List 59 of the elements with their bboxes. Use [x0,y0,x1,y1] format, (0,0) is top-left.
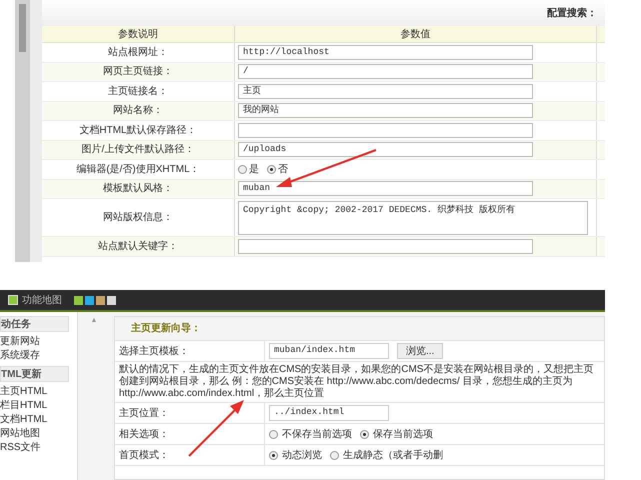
sidebar-item[interactable]: 栏目HTML [0,399,77,413]
text-area[interactable]: Copyright &copy; 2002-2017 DEDECMS. 织梦科技 版权所有 [238,200,588,234]
sidebar-item[interactable]: 更新网站 [0,335,77,349]
config-search-label: 配置搜索： [547,6,597,20]
sidebar-heading: TML更新 [0,366,69,382]
input-field[interactable]: http://localhost [238,44,533,60]
input-field[interactable]: 主页 [238,84,533,99]
input-field[interactable]: ../index.html [269,405,389,421]
radio-button[interactable] [238,164,247,174]
field-label: 首页模式： [115,445,265,465]
sidebar-item[interactable]: 主页HTML [0,385,77,399]
field-label: 模板默认风格： [42,180,235,198]
radio-label: 不保存当前选项 [282,428,352,442]
theme-swatch[interactable] [85,296,94,304]
radio-label: 生成静态（或者手动删 [343,448,443,462]
field-label: 文档HTML默认保存路径： [42,121,235,140]
field-label: 主页链接名： [42,82,235,100]
field-label: 站点默认关键字： [42,237,235,256]
input-field[interactable] [238,122,533,138]
form-title: 主页更新向导： [131,321,201,336]
radio-button[interactable] [330,450,339,460]
radio-label: 否 [278,162,288,177]
field-label: 站点根网址： [42,43,235,62]
annotation-arrow [186,398,246,458]
sidebar-item[interactable]: 网站地图 [0,427,77,441]
field-label: 编辑器(是/否)使用XHTML： [42,160,235,178]
radio-button[interactable] [360,430,369,438]
column-header: 参数值 [235,26,597,42]
field-label: 选择主页模板： [115,341,265,361]
radio-button[interactable] [269,450,278,460]
input-field[interactable]: /uploads [238,142,533,158]
input-field[interactable]: / [238,64,533,80]
column-header: 参数说明 [42,26,235,42]
radio-label: 是 [249,162,259,177]
sidebar-heading: 动任务 [0,316,69,332]
theme-swatch[interactable] [96,296,105,304]
field-label: 图片/上传文件默认路径： [42,140,235,159]
field-label: 网站版权信息： [42,199,235,236]
input-field[interactable] [238,238,533,254]
radio-button[interactable] [267,164,276,174]
map-icon [8,295,18,305]
sidebar-item[interactable]: RSS文件 [0,441,77,455]
field-label: 网站名称： [42,102,235,120]
theme-swatch[interactable] [74,296,83,304]
toolbar-title[interactable]: 功能地图 [22,292,62,308]
sidebar-item[interactable]: 文档HTML [0,413,77,427]
browse-button[interactable]: 浏览... [397,343,444,359]
radio-button[interactable] [269,430,278,438]
help-text: 默认的情况下，生成的主页文件放在CMS的安装目录，如果您的CMS不是安装在网站根目录的，又想把主页创建到网站根目录，那么 例：您的CMS安装在 http://www.abc.com/dedecms/ 目录，您想生成的主页为 http://www.abc.com/index.html，那么主页位置 [115,362,604,403]
radio-label: 保存当前选项 [373,428,433,442]
field-label: 网页主页链接： [42,62,235,81]
input-field[interactable]: muban/index.htm [269,343,389,359]
radio-label: 动态浏览 [282,448,322,462]
input-field[interactable]: 我的网站 [238,103,533,118]
theme-swatch[interactable] [107,296,116,304]
scrollbar-thumb[interactable] [19,4,26,52]
field-label: 相关选项： [115,424,265,444]
input-field[interactable]: muban [238,181,533,196]
sidebar-item[interactable]: 系统缓存 [0,349,77,363]
